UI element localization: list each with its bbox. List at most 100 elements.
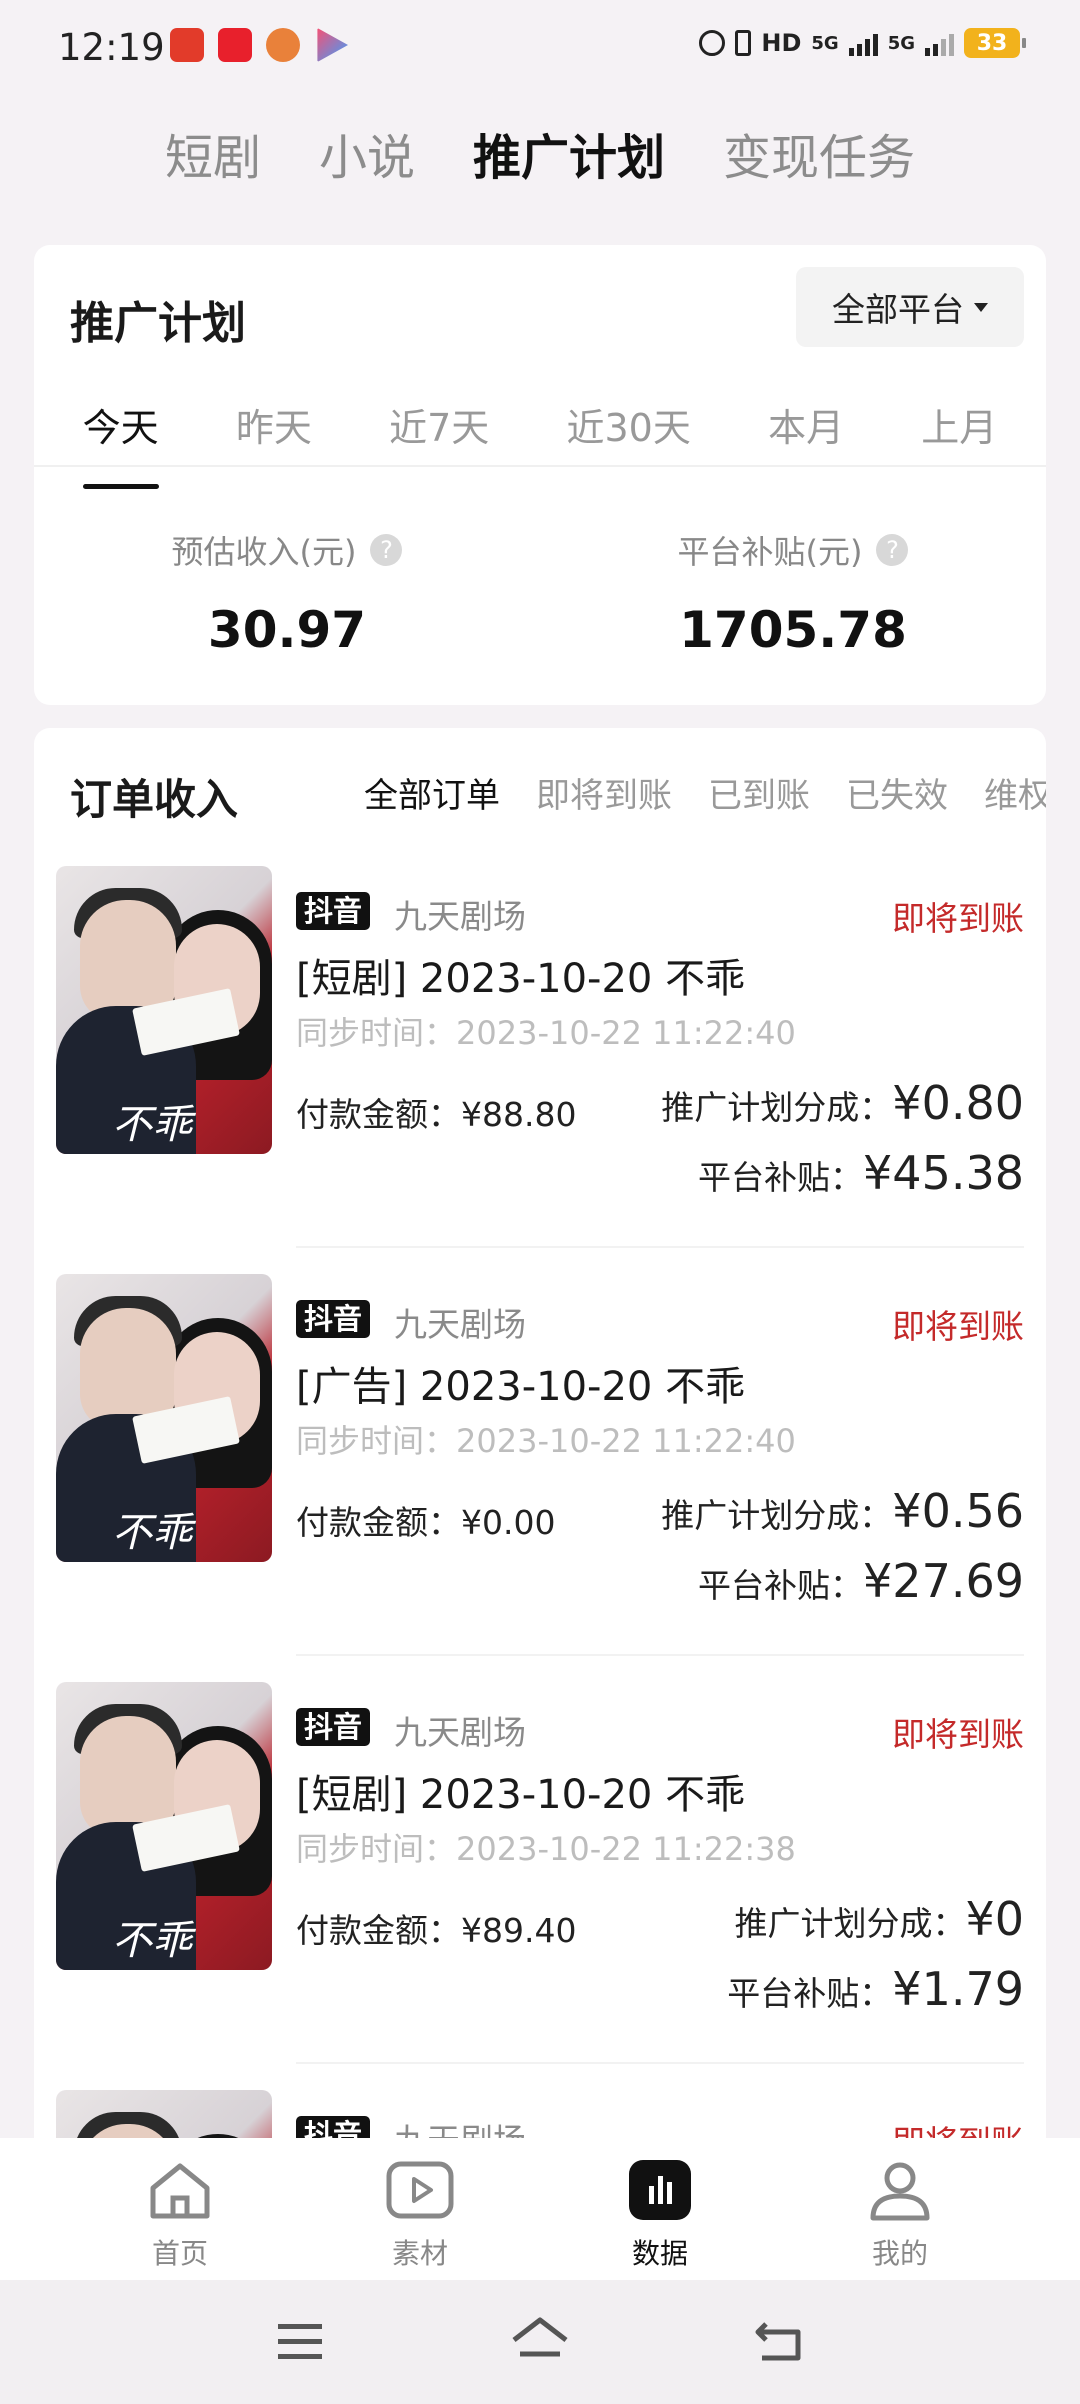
- paid-amount: 付款金额：¥0.00: [296, 1503, 556, 1542]
- sync-time: 同步时间：2023-10-22 11:22:38: [296, 1830, 796, 1868]
- drama-poster: 不乖: [56, 1682, 272, 1970]
- poster-title: 不乖: [112, 1918, 192, 1964]
- system-indicators: HD 5G 5G 33: [699, 28, 1026, 58]
- battery-icon: 33: [964, 28, 1026, 58]
- menu-icon[interactable]: [276, 2320, 324, 2364]
- platform-subsidy: 平台补贴(元)? 1705.78: [540, 527, 1046, 659]
- sync-time: 同步时间：2023-10-22 11:22:40: [296, 1422, 796, 1460]
- top-tabs: 短剧 小说 推广计划 变现任务: [0, 118, 1080, 188]
- estimated-income-value: 30.97: [207, 601, 367, 659]
- subsidy: 平台补贴：¥1.79: [727, 1962, 1024, 2016]
- date-tab-30days[interactable]: 近30天: [566, 397, 690, 465]
- filter-expired[interactable]: 已失效: [846, 768, 948, 817]
- date-tabs: 今天 昨天 近7天 近30天 本月 上月: [34, 397, 1046, 489]
- orders-title: 订单收入: [70, 775, 239, 824]
- help-icon[interactable]: ?: [370, 534, 403, 566]
- sync-time: 同步时间：2023-10-22 11:22:40: [296, 1014, 796, 1052]
- order-filters: 全部订单 即将到账 已到账 已失效 维权: [364, 768, 1046, 817]
- play-icon: [385, 2158, 455, 2222]
- listen-app-icon: [170, 28, 204, 62]
- tab-short-drama[interactable]: 短剧: [165, 118, 261, 188]
- date-tab-7days[interactable]: 近7天: [389, 397, 489, 465]
- order-item[interactable]: 不乖 抖音 九天剧场 即将到账 [广告] 2023-10-20 不乖 同步时间：…: [56, 1274, 1024, 1656]
- plan-share: 推广计划分成：¥0.80: [661, 1076, 1024, 1130]
- pumpkin-app-icon: [266, 28, 300, 62]
- xiaohongshu-app-icon: [218, 28, 252, 62]
- nav-material[interactable]: 素材: [350, 2138, 490, 2272]
- home-button-icon[interactable]: [510, 2316, 570, 2366]
- tab-promotion-plan[interactable]: 推广计划: [473, 118, 665, 188]
- signal-bars-icon: [848, 30, 878, 56]
- order-status: 即将到账: [892, 1715, 1024, 1754]
- platform-dropdown[interactable]: 全部平台: [796, 267, 1024, 347]
- platform-subsidy-value: 1705.78: [679, 601, 907, 659]
- plan-summary-card: 推广计划 全部平台 今天 昨天 近7天 近30天 本月 上月 预估收入(元)? …: [34, 245, 1046, 705]
- platform-label: 全部平台: [832, 290, 964, 329]
- status-bar: 12:19 HD 5G 5G 33: [0, 0, 1080, 96]
- drama-poster: 不乖: [56, 1274, 272, 1562]
- source-name: 九天剧场: [394, 1305, 526, 1344]
- tab-novel[interactable]: 小说: [319, 118, 415, 188]
- divider: [296, 1246, 1024, 1248]
- platform-subsidy-label: 平台补贴(元): [677, 533, 863, 571]
- paid-amount: 付款金额：¥89.40: [296, 1911, 577, 1950]
- order-title: [广告] 2023-10-20 不乖: [296, 1364, 746, 1410]
- platform-badge: 抖音: [296, 1300, 371, 1338]
- platform-badge: 抖音: [296, 1708, 371, 1746]
- divider: [296, 2062, 1024, 2064]
- paid-amount: 付款金额：¥88.80: [296, 1095, 577, 1134]
- nav-material-label: 素材: [391, 2237, 448, 2270]
- date-tab-yesterday[interactable]: 昨天: [236, 397, 312, 465]
- date-tab-this-month[interactable]: 本月: [768, 397, 844, 465]
- video-app-icon: [317, 28, 348, 62]
- nav-home[interactable]: 首页: [110, 2138, 250, 2272]
- order-title: [短剧] 2023-10-20 不乖: [296, 1772, 746, 1818]
- order-item[interactable]: 不乖 抖音 九天剧场 即将到账 [短剧] 2023-10-20 不乖 同步时间：…: [56, 866, 1024, 1248]
- estimated-income-label: 预估收入(元): [171, 533, 357, 571]
- tab-monetize-task[interactable]: 变现任务: [723, 118, 915, 188]
- subsidy: 平台补贴：¥27.69: [698, 1554, 1024, 1608]
- date-tab-today[interactable]: 今天: [82, 397, 159, 489]
- nav-data-label: 数据: [631, 2237, 688, 2270]
- hd-indicator: HD: [761, 29, 802, 57]
- help-icon[interactable]: ?: [876, 534, 909, 566]
- user-icon: [865, 2158, 935, 2222]
- order-item[interactable]: 不乖 抖音 九天剧场 即将到账 [短剧] 2023-10-20 不乖 同步时间：…: [56, 1682, 1024, 2064]
- subsidy: 平台补贴：¥45.38: [698, 1146, 1024, 1200]
- nav-data[interactable]: 数据: [590, 2138, 730, 2272]
- plan-share: 推广计划分成：¥0.56: [661, 1484, 1024, 1538]
- estimated-income: 预估收入(元)? 30.97: [34, 527, 540, 659]
- plan-title: 推广计划: [70, 298, 246, 349]
- signal-5g-1: 5G: [811, 32, 839, 54]
- date-tab-last-month[interactable]: 上月: [921, 397, 997, 465]
- signal-bars-icon-2: [925, 30, 954, 56]
- order-status: 即将到账: [892, 1307, 1024, 1346]
- clock: 12:19: [58, 26, 165, 69]
- caret-down-icon: [974, 302, 988, 312]
- back-icon[interactable]: [752, 2316, 806, 2366]
- vibrate-icon: [735, 30, 752, 56]
- plan-share: 推广计划分成：¥0: [734, 1892, 1024, 1946]
- system-nav-bar: [0, 2280, 1080, 2404]
- order-status: 即将到账: [892, 899, 1024, 938]
- divider: [296, 1654, 1024, 1656]
- filter-all[interactable]: 全部订单: [364, 768, 500, 817]
- filter-received[interactable]: 已到账: [708, 768, 810, 817]
- poster-title: 不乖: [112, 1102, 192, 1148]
- nav-home-label: 首页: [151, 2237, 208, 2270]
- bar-chart-icon: [625, 2158, 695, 2222]
- platform-badge: 抖音: [296, 892, 371, 930]
- signal-5g-2: 5G: [887, 32, 915, 54]
- nav-mine[interactable]: 我的: [830, 2138, 970, 2272]
- home-icon: [145, 2158, 215, 2222]
- order-income-card: 订单收入 全部订单 即将到账 已到账 已失效 维权 不乖 抖音 九天剧场 即将到…: [34, 728, 1046, 2228]
- source-name: 九天剧场: [394, 897, 526, 936]
- alarm-icon: [699, 30, 726, 56]
- notification-icons: [170, 28, 348, 62]
- source-name: 九天剧场: [394, 1713, 526, 1752]
- bottom-nav: 首页 素材 数据 我的: [0, 2138, 1080, 2280]
- filter-pending[interactable]: 即将到账: [536, 768, 672, 817]
- poster-title: 不乖: [112, 1510, 192, 1556]
- filter-dispute[interactable]: 维权: [984, 768, 1046, 817]
- order-title: [短剧] 2023-10-20 不乖: [296, 956, 746, 1002]
